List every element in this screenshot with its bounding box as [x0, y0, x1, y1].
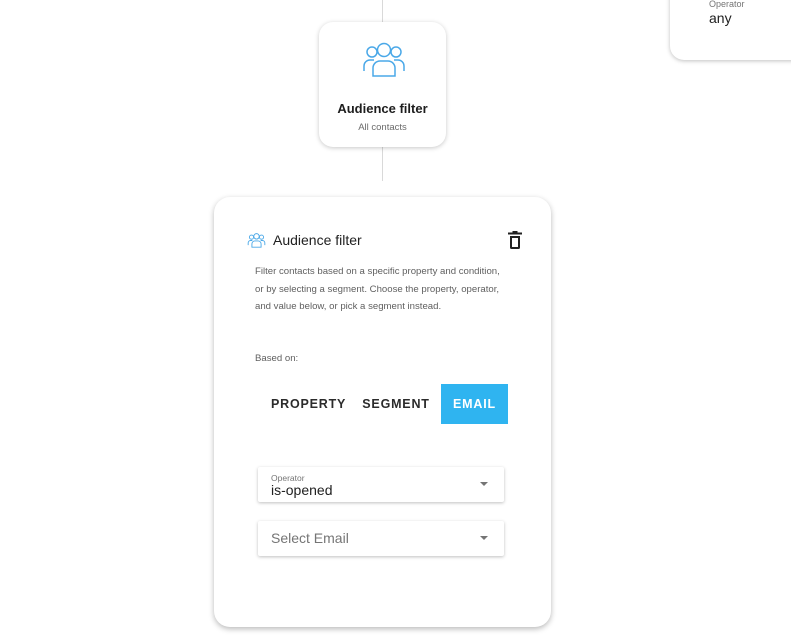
node-subtitle: All contacts — [358, 122, 407, 133]
node-title: Audience filter — [337, 101, 428, 116]
toggle-property-button[interactable]: PROPERTY — [259, 384, 351, 424]
panel-title: Audience filter — [273, 232, 362, 248]
audience-filter-node[interactable]: Audience filter All contacts — [319, 22, 446, 147]
audience-filter-panel: Audience filter Filter contacts based on… — [214, 197, 551, 627]
operator-select[interactable]: Operator is-opened — [258, 467, 504, 502]
panel-header: Audience filter — [246, 231, 522, 252]
email-select[interactable]: Select Email — [258, 521, 504, 556]
chevron-down-icon — [480, 482, 488, 486]
toggle-email-button[interactable]: EMAIL — [441, 384, 508, 424]
trash-icon[interactable] — [508, 231, 522, 249]
email-select-placeholder: Select Email — [271, 530, 349, 546]
based-on-toggle-group: PROPERTY SEGMENT EMAIL — [259, 384, 508, 424]
based-on-label: Based on: — [255, 353, 299, 364]
operator-select-value: is-opened — [271, 482, 333, 498]
connector-line-middle — [382, 147, 383, 181]
partial-filter-card[interactable]: Operator any — [670, 0, 791, 60]
toggle-segment-button[interactable]: SEGMENT — [351, 384, 441, 424]
panel-description: Filter contacts based on a specific prop… — [255, 266, 500, 312]
connector-line-top — [382, 0, 383, 22]
operator-value: any — [709, 10, 732, 26]
operator-label: Operator — [709, 0, 745, 9]
chevron-down-icon — [480, 536, 488, 540]
audience-group-icon — [247, 233, 266, 248]
audience-group-icon — [363, 42, 405, 77]
